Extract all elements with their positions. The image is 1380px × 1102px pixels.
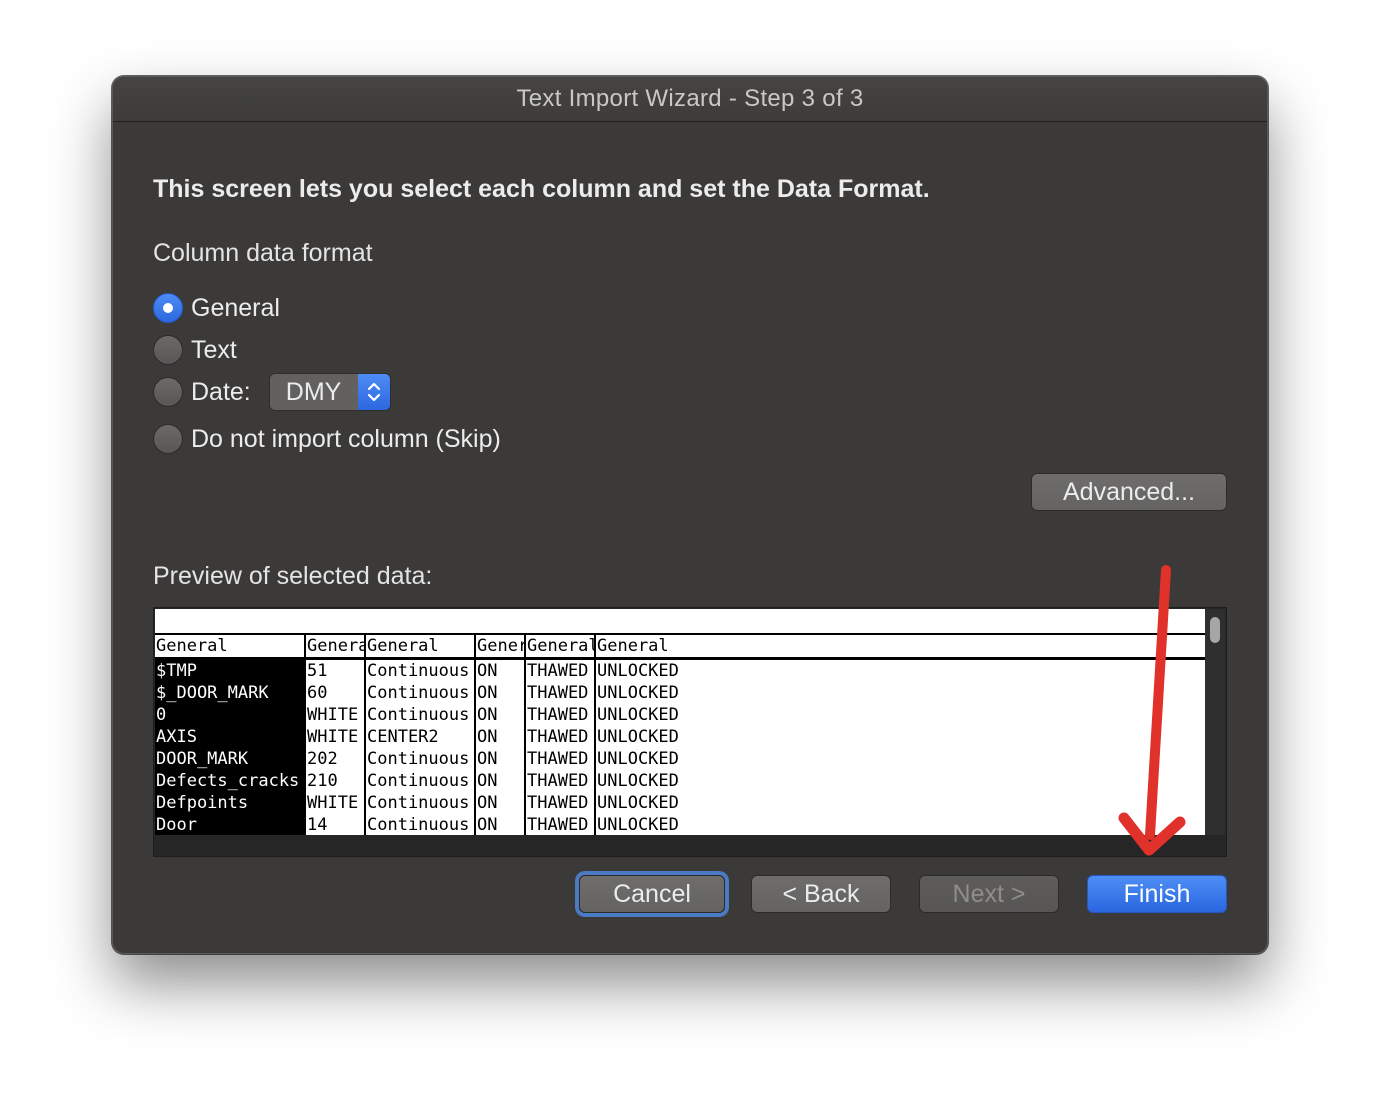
table-cell: THAWED [524, 770, 595, 792]
table-cell: UNLOCKED [594, 704, 1205, 726]
radio-checked-icon[interactable] [153, 293, 183, 323]
chevron-up-down-icon-svg [367, 382, 380, 402]
column-header[interactable]: General [594, 633, 1205, 660]
table-cell: AXIS [155, 726, 305, 748]
table-cell: WHITE [304, 792, 365, 814]
data-preview-panel[interactable]: General General General General General … [153, 607, 1227, 857]
radio-unchecked-icon[interactable] [153, 377, 183, 407]
table-cell: Continuous [364, 658, 475, 682]
table-cell: ON [474, 682, 525, 704]
table-row: AXIS WHITE CENTER2 ON THAWED UNLOCKED [155, 726, 1205, 748]
table-cell: 0 [155, 704, 305, 726]
table-cell: UNLOCKED [594, 682, 1205, 704]
radio-unchecked-icon[interactable] [153, 335, 183, 365]
radio-skip-label: Do not import column (Skip) [191, 424, 501, 453]
next-button[interactable]: Next > [919, 875, 1059, 913]
advanced-button[interactable]: Advanced... [1031, 473, 1227, 511]
radio-date[interactable]: Date: DMY [153, 373, 391, 411]
preview-label: Preview of selected data: [153, 562, 433, 590]
table-cell: ON [474, 748, 525, 770]
table-cell: DOOR_MARK [155, 748, 305, 770]
table-cell: Continuous [364, 792, 475, 814]
table-cell: Continuous [364, 814, 475, 835]
table-cell: THAWED [524, 704, 595, 726]
title-bar[interactable]: Text Import Wizard - Step 3 of 3 [113, 77, 1267, 122]
radio-text[interactable]: Text [153, 335, 237, 365]
table-cell: THAWED [524, 792, 595, 814]
data-preview-grid[interactable]: General General General General General … [155, 609, 1205, 835]
table-cell: ON [474, 726, 525, 748]
radio-date-label: Date: [191, 377, 251, 406]
table-cell: WHITE [304, 726, 365, 748]
scrollbar-thumb[interactable] [1210, 617, 1220, 643]
date-format-value: DMY [285, 377, 342, 406]
table-cell: 60 [304, 682, 365, 704]
table-cell: Continuous [364, 770, 475, 792]
table-cell: ON [474, 658, 525, 682]
table-cell: ON [474, 814, 525, 835]
table-cell: 51 [304, 658, 365, 682]
finish-button[interactable]: Finish [1087, 875, 1227, 913]
column-header[interactable]: General [364, 633, 475, 660]
back-button[interactable]: < Back [751, 875, 891, 913]
preview-header-row: General General General General General … [155, 633, 1205, 660]
table-row: $TMP 51 Continuous ON THAWED UNLOCKED [155, 658, 1205, 682]
cancel-button[interactable]: Cancel [579, 875, 725, 913]
table-cell: Door [155, 814, 305, 835]
intro-text: This screen lets you select each column … [153, 175, 930, 203]
table-cell: UNLOCKED [594, 726, 1205, 748]
column-header[interactable]: General [524, 633, 595, 660]
table-row: Defects_cracks 210 Continuous ON THAWED … [155, 770, 1205, 792]
table-cell: THAWED [524, 814, 595, 835]
table-cell: THAWED [524, 748, 595, 770]
column-format-label: Column data format [153, 239, 373, 267]
table-cell: UNLOCKED [594, 748, 1205, 770]
chevron-up-down-icon[interactable] [357, 374, 390, 410]
table-cell: $TMP [155, 658, 305, 682]
table-cell: UNLOCKED [594, 792, 1205, 814]
radio-general-label: General [191, 293, 280, 322]
table-row: $_DOOR_MARK 60 Continuous ON THAWED UNLO… [155, 682, 1205, 704]
table-cell: ON [474, 792, 525, 814]
table-cell: $_DOOR_MARK [155, 682, 305, 704]
table-cell: Continuous [364, 704, 475, 726]
table-cell: Defpoints [155, 792, 305, 814]
preview-scrollbar[interactable] [1205, 609, 1225, 835]
table-row: Door 14 Continuous ON THAWED UNLOCKED [155, 814, 1205, 835]
column-header[interactable]: General [304, 633, 365, 660]
table-cell: Continuous [364, 682, 475, 704]
radio-skip[interactable]: Do not import column (Skip) [153, 424, 501, 454]
table-cell: 14 [304, 814, 365, 835]
date-format-select[interactable]: DMY [268, 373, 391, 411]
radio-text-label: Text [191, 335, 237, 364]
table-row: 0 WHITE Continuous ON THAWED UNLOCKED [155, 704, 1205, 726]
table-row: Defpoints WHITE Continuous ON THAWED UNL… [155, 792, 1205, 814]
table-cell: UNLOCKED [594, 658, 1205, 682]
table-cell: WHITE [304, 704, 365, 726]
table-cell: THAWED [524, 726, 595, 748]
screenshot-stage: Text Import Wizard - Step 3 of 3 This sc… [0, 0, 1380, 1102]
table-cell: UNLOCKED [594, 770, 1205, 792]
table-cell: UNLOCKED [594, 814, 1205, 835]
table-cell: CENTER2 [364, 726, 475, 748]
table-row: DOOR_MARK 202 Continuous ON THAWED UNLOC… [155, 748, 1205, 770]
text-import-wizard-dialog: Text Import Wizard - Step 3 of 3 This sc… [112, 76, 1268, 954]
table-cell: ON [474, 704, 525, 726]
radio-unchecked-icon[interactable] [153, 424, 183, 454]
table-cell: THAWED [524, 658, 595, 682]
table-cell: Continuous [364, 748, 475, 770]
preview-table[interactable]: General General General General General … [155, 633, 1205, 835]
table-cell: Defects_cracks [155, 770, 305, 792]
table-cell: ON [474, 770, 525, 792]
column-header[interactable]: General [155, 633, 305, 660]
radio-general[interactable]: General [153, 293, 280, 323]
table-cell: THAWED [524, 682, 595, 704]
table-cell: 202 [304, 748, 365, 770]
window-title: Text Import Wizard - Step 3 of 3 [516, 85, 864, 112]
table-cell: 210 [304, 770, 365, 792]
column-header[interactable]: General [474, 633, 525, 660]
